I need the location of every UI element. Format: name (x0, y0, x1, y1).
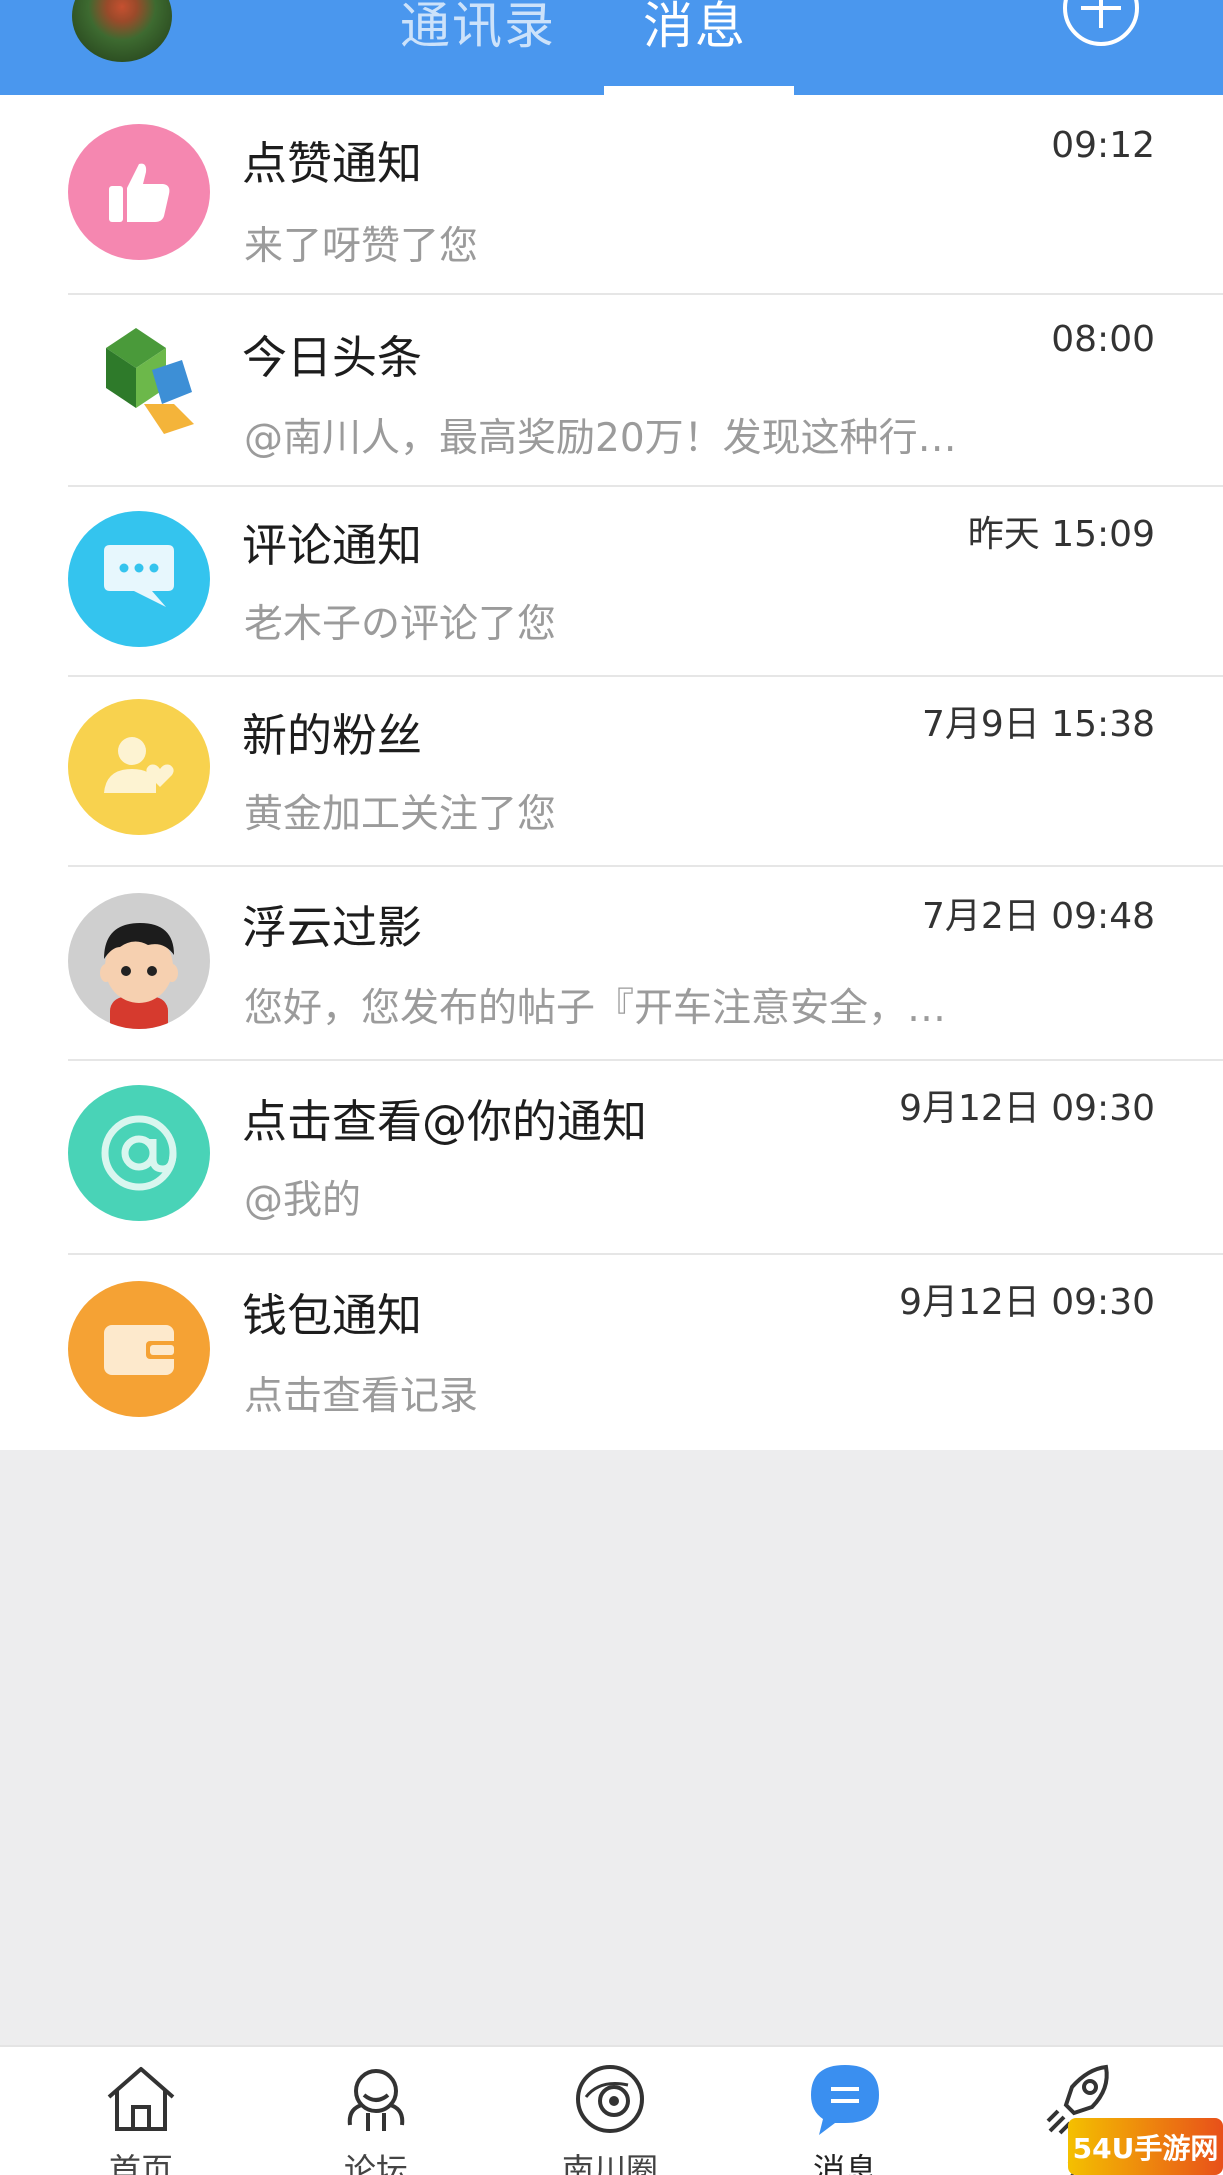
messages-page: 通讯录 消息 点赞通知 09:12 来了呀赞了您 今日头条 08:00 @南川人… (0, 0, 1223, 2175)
cube-logo-icon (68, 317, 210, 453)
plus-icon (1081, 0, 1121, 28)
message-list: 点赞通知 09:12 来了呀赞了您 今日头条 08:00 @南川人，最高奖励20… (0, 95, 1223, 1450)
message-row-toutiao[interactable]: 今日头条 08:00 @南川人，最高奖励20万！发现这种行… (0, 295, 1223, 485)
nav-label: 论坛 (343, 2151, 408, 2175)
user-avatar[interactable] (72, 0, 172, 62)
message-title: 评论通知 (242, 519, 423, 572)
nav-label: 首页 (108, 2151, 173, 2175)
message-preview: 来了呀赞了您 (244, 224, 479, 269)
nav-label: 南川圈 (561, 2151, 658, 2175)
active-tab-indicator (604, 86, 794, 95)
thumbs-up-icon (68, 124, 210, 260)
message-title: 点赞通知 (242, 137, 423, 190)
message-row-likes[interactable]: 点赞通知 09:12 来了呀赞了您 (0, 95, 1223, 293)
message-time: 昨天 15:09 (967, 514, 1155, 555)
message-title: 新的粉丝 (242, 709, 423, 762)
message-time: 08:00 (1051, 319, 1155, 360)
message-preview: @我的 (244, 1178, 362, 1223)
bottom-nav: 首页 论坛 南川圈 消息 (0, 2045, 1223, 2175)
forum-icon (347, 2069, 405, 2131)
home-icon (107, 2067, 175, 2131)
message-time: 7月9日 15:38 (922, 704, 1155, 745)
message-preview: 老木子の评论了您 (244, 602, 557, 647)
cartoon-avatar-icon (68, 893, 210, 1029)
message-time: 09:12 (1051, 125, 1155, 166)
nav-home[interactable]: 首页 (61, 2047, 221, 2175)
message-title: 浮云过影 (242, 901, 423, 954)
message-title: 钱包通知 (242, 1289, 423, 1342)
planet-icon (576, 2065, 644, 2133)
message-preview: 黄金加工关注了您 (244, 792, 557, 837)
message-preview: @南川人，最高奖励20万！发现这种行… (244, 416, 957, 461)
nav-label: 消息 (812, 2151, 877, 2175)
message-row-followers[interactable]: 新的粉丝 7月9日 15:38 黄金加工关注了您 (0, 677, 1223, 865)
message-preview: 您好，您发布的帖子『开车注意安全，… (244, 986, 947, 1031)
top-bar: 通讯录 消息 (0, 0, 1223, 95)
message-preview: 点击查看记录 (244, 1374, 479, 1419)
message-title: 点击查看@你的通知 (242, 1095, 648, 1148)
message-row-mentions[interactable]: 点击查看@你的通知 9月12日 09:30 @我的 (0, 1061, 1223, 1253)
chat-bubble-icon (68, 511, 210, 647)
message-row-fuyun[interactable]: 浮云过影 7月2日 09:48 您好，您发布的帖子『开车注意安全，… (0, 867, 1223, 1059)
at-sign-icon (68, 1085, 210, 1221)
message-row-wallet[interactable]: 钱包通知 9月12日 09:30 点击查看记录 (0, 1255, 1223, 1450)
nav-nanchuan-circle[interactable]: 南川圈 (530, 2047, 690, 2175)
nav-forum[interactable]: 论坛 (296, 2047, 456, 2175)
message-row-comments[interactable]: 评论通知 昨天 15:09 老木子の评论了您 (0, 487, 1223, 675)
message-time: 9月12日 09:30 (899, 1088, 1155, 1129)
person-heart-icon (68, 699, 210, 835)
wallet-icon (68, 1281, 210, 1417)
message-icon (811, 2065, 879, 2135)
message-time: 9月12日 09:30 (899, 1282, 1155, 1323)
tab-contacts[interactable]: 通讯录 (400, 0, 556, 58)
site-watermark: 54U手游网 (1068, 2118, 1223, 2175)
tab-messages[interactable]: 消息 (643, 0, 747, 58)
nav-messages[interactable]: 消息 (765, 2047, 925, 2175)
message-time: 7月2日 09:48 (922, 896, 1155, 937)
add-button[interactable] (1063, 0, 1139, 46)
message-title: 今日头条 (242, 331, 423, 384)
